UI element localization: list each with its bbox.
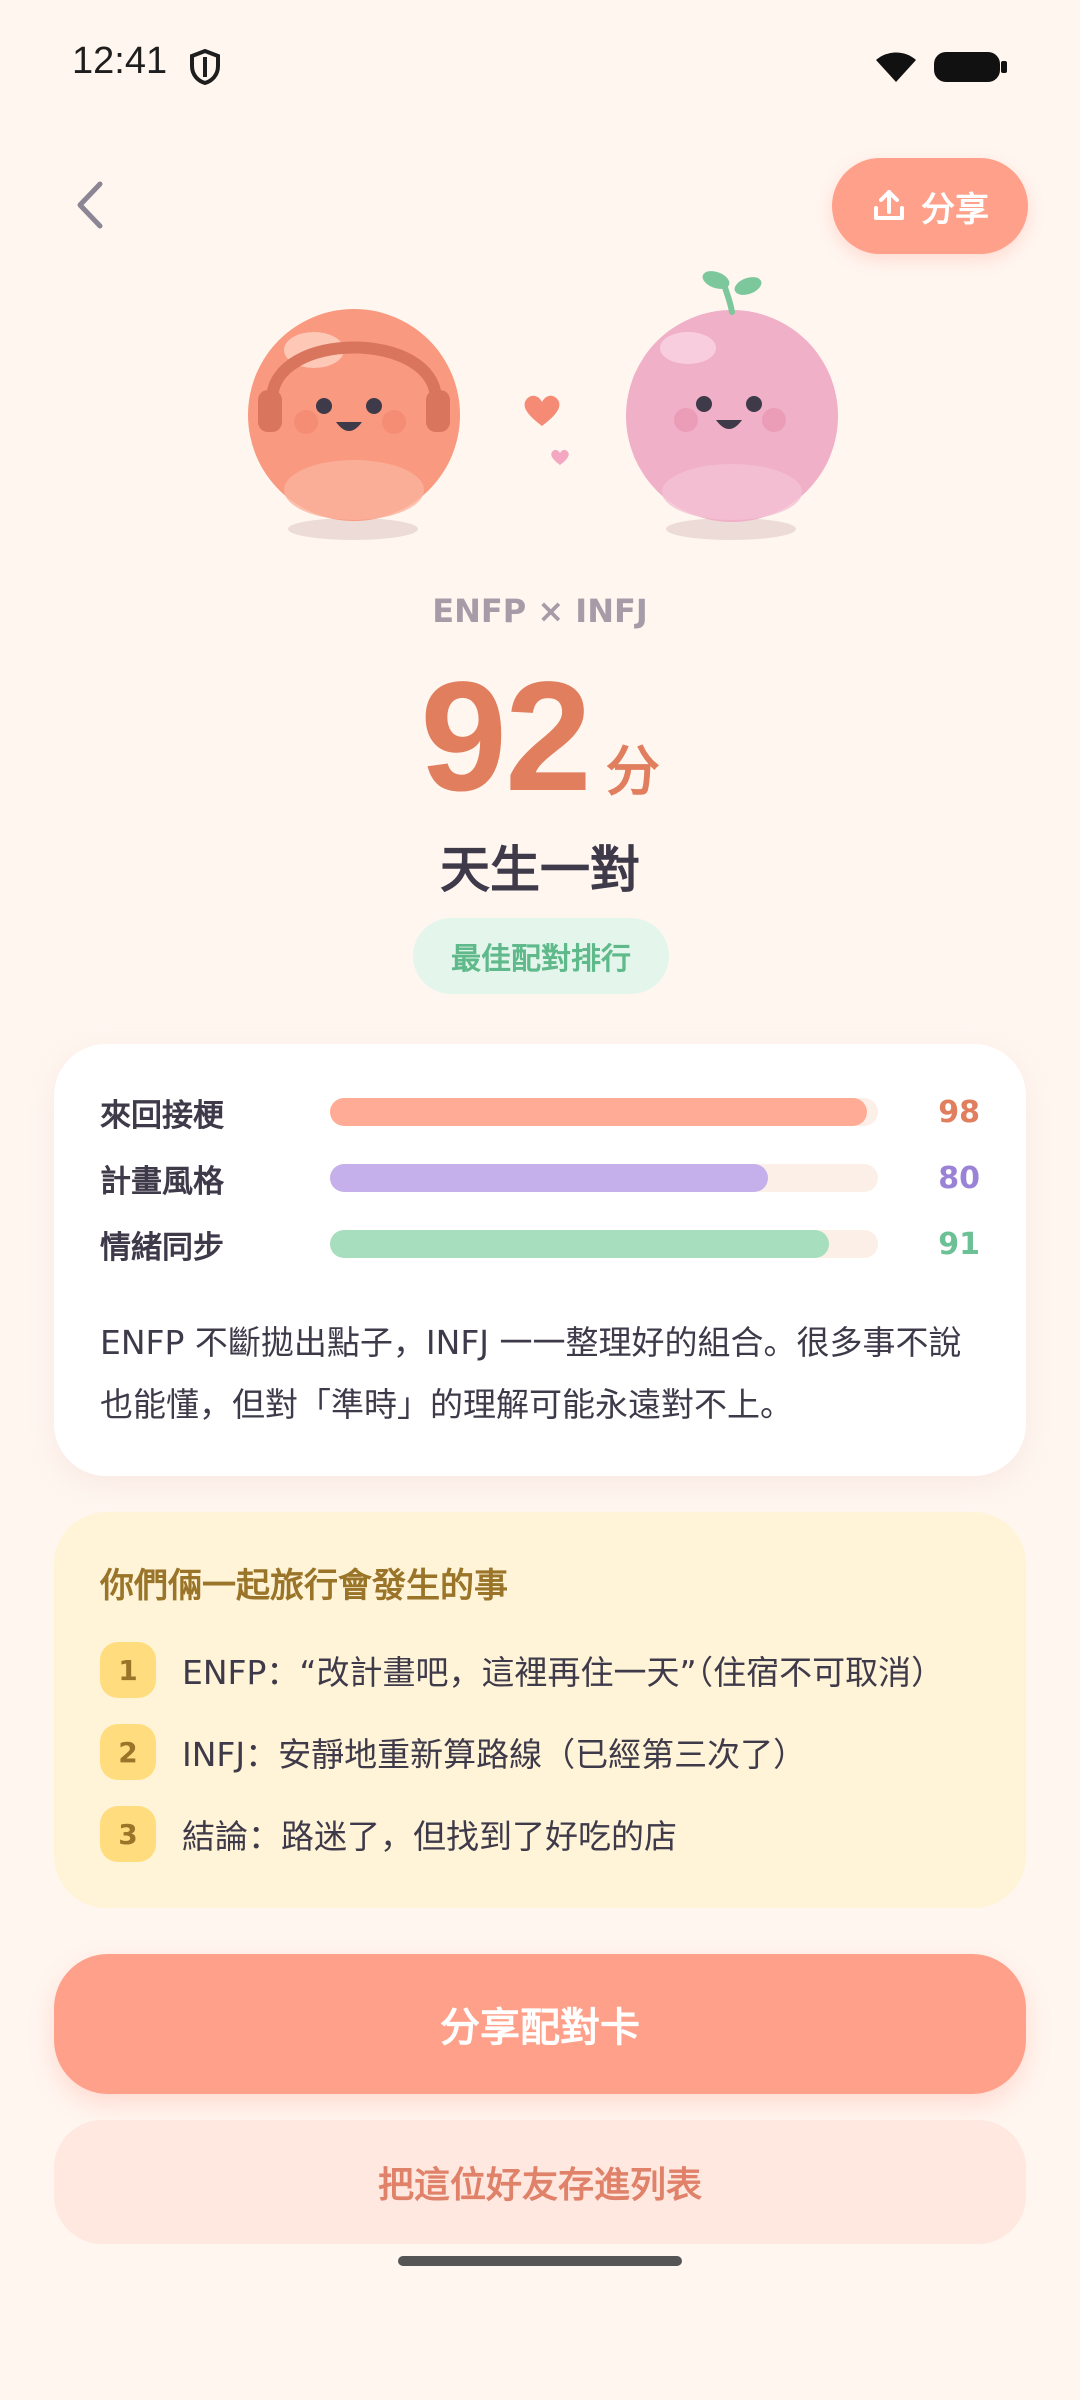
stat-row: 計畫風格 80 xyxy=(100,1154,980,1202)
item-number-badge: 2 xyxy=(100,1724,156,1780)
battery-icon xyxy=(934,50,1008,88)
stat-bar xyxy=(330,1230,878,1258)
stats-card: 來回接梗 98 計畫風格 80 情緒同步 91 ENFP 不斷拋出點子，INFJ… xyxy=(54,1044,1026,1476)
chevron-left-icon xyxy=(77,181,103,229)
score: 92 分 xyxy=(0,648,1080,827)
stat-bar-fill xyxy=(330,1230,829,1258)
stat-bar xyxy=(330,1164,878,1192)
infj-character xyxy=(620,266,844,530)
travel-title: 你們倆一起旅行會發生的事 xyxy=(100,1566,508,1606)
share-label: 分享 xyxy=(921,189,989,230)
stat-label: 計畫風格 xyxy=(100,1163,224,1200)
score-number: 92 xyxy=(420,650,592,824)
item-text: INFJ：安靜地重新算路線（已經第三次了） xyxy=(182,1735,807,1774)
match-title: 天生一對 xyxy=(440,841,640,899)
stat-bar-fill xyxy=(330,1164,769,1192)
share-button[interactable]: 分享 xyxy=(832,158,1028,254)
wifi-icon xyxy=(872,48,920,88)
pair-label: ENFP × INFJ xyxy=(432,592,648,630)
item-number-badge: 1 xyxy=(100,1642,156,1698)
ranking-button[interactable]: 最佳配對排行 xyxy=(413,918,669,994)
small-heart-icon xyxy=(550,448,570,470)
stat-label: 來回接梗 xyxy=(100,1097,224,1134)
home-indicator[interactable] xyxy=(398,2256,682,2266)
stat-value: 91 xyxy=(938,1226,980,1262)
score-unit: 分 xyxy=(605,740,660,803)
stat-bar-fill xyxy=(330,1098,868,1126)
save-friend-button[interactable]: 把這位好友存進列表 xyxy=(54,2120,1026,2244)
stat-value: 80 xyxy=(938,1160,980,1196)
back-button[interactable] xyxy=(60,170,120,240)
heart-icon xyxy=(522,392,562,432)
status-time: 12:41 xyxy=(72,40,168,82)
stat-label: 情緒同步 xyxy=(100,1229,224,1266)
match-description: ENFP 不斷拋出點子，INFJ 一一整理好的組合。很多事不說也能懂，但對「準時… xyxy=(100,1323,962,1424)
share-icon xyxy=(874,190,904,220)
list-item: 3 結論：路迷了，但找到了好吃的店 xyxy=(100,1806,677,1862)
list-item: 2 INFJ：安靜地重新算路線（已經第三次了） xyxy=(100,1724,806,1780)
stat-row: 情緒同步 91 xyxy=(100,1220,980,1268)
item-text: 結論：路迷了，但找到了好吃的店 xyxy=(182,1817,677,1856)
enfp-character xyxy=(244,300,464,530)
travel-card: 你們倆一起旅行會發生的事 1 ENFP：“改計畫吧，這裡再住一天”（住宿不可取消… xyxy=(54,1512,1026,1908)
stat-row: 來回接梗 98 xyxy=(100,1088,980,1136)
list-item: 1 ENFP：“改計畫吧，這裡再住一天”（住宿不可取消） xyxy=(100,1642,944,1698)
item-text: ENFP：“改計畫吧，這裡再住一天”（住宿不可取消） xyxy=(182,1653,945,1692)
stat-bar xyxy=(330,1098,878,1126)
stat-value: 98 xyxy=(938,1094,980,1130)
shield-icon xyxy=(188,48,222,90)
item-number-badge: 3 xyxy=(100,1806,156,1862)
share-card-button[interactable]: 分享配對卡 xyxy=(54,1954,1026,2094)
